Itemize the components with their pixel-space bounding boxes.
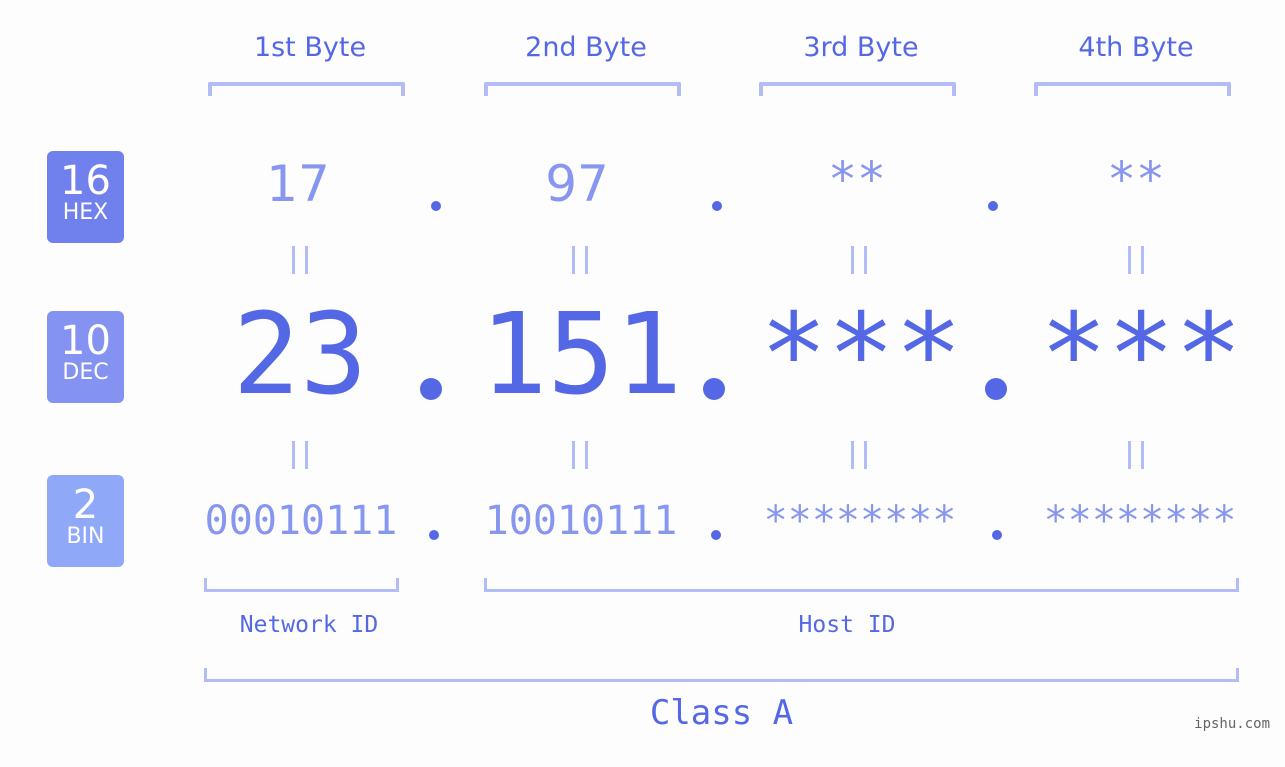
dec-badge: 10 DEC xyxy=(47,311,124,403)
network-id-bracket xyxy=(204,578,399,592)
byte-header-3: 3rd Byte xyxy=(803,32,919,63)
bin-dot-1 xyxy=(429,530,439,540)
hex-byte-1: 17 xyxy=(266,155,330,213)
equals-marker xyxy=(1128,441,1144,469)
bin-byte-4: ******** xyxy=(1043,498,1237,544)
network-id-label: Network ID xyxy=(239,612,379,638)
dec-badge-label: DEC xyxy=(62,360,109,385)
hex-badge-label: HEX xyxy=(62,200,109,225)
hex-badge-base: 16 xyxy=(60,158,111,204)
dec-badge-base: 10 xyxy=(60,318,111,364)
host-id-bracket xyxy=(484,578,1239,592)
bin-dot-3 xyxy=(992,530,1002,540)
bin-badge: 2 BIN xyxy=(47,475,124,567)
hex-badge: 16 HEX xyxy=(47,151,124,243)
dec-byte-4: *** xyxy=(1040,290,1243,420)
bin-badge-label: BIN xyxy=(66,524,105,549)
byte-header-1: 1st Byte xyxy=(253,32,367,63)
dec-dot-2 xyxy=(703,378,725,400)
hex-dot-3 xyxy=(988,201,998,211)
dec-dot-3 xyxy=(985,378,1007,400)
bin-dot-2 xyxy=(711,530,721,540)
hex-byte-3: ** xyxy=(828,152,886,208)
dec-byte-2: 151 xyxy=(480,290,683,420)
dec-dot-1 xyxy=(420,378,442,400)
class-label: Class A xyxy=(649,693,794,733)
host-id-label: Host ID xyxy=(798,612,896,638)
hex-byte-2: 97 xyxy=(545,155,609,213)
equals-marker xyxy=(292,246,308,274)
equals-marker xyxy=(851,441,867,469)
class-bracket xyxy=(204,668,1239,682)
byte-2-bracket xyxy=(484,82,681,96)
equals-marker xyxy=(851,246,867,274)
byte-header-4: 4th Byte xyxy=(1078,32,1194,63)
bin-byte-2: 10010111 xyxy=(484,498,678,544)
dec-byte-3: *** xyxy=(760,290,963,420)
bin-badge-base: 2 xyxy=(72,482,99,528)
watermark: ipshu.com xyxy=(1194,716,1270,732)
bin-byte-1: 00010111 xyxy=(204,498,398,544)
byte-1-bracket xyxy=(208,82,405,96)
dec-byte-1: 23 xyxy=(232,290,368,420)
byte-4-bracket xyxy=(1034,82,1231,96)
equals-marker xyxy=(292,441,308,469)
hex-dot-1 xyxy=(431,201,441,211)
equals-marker xyxy=(572,441,588,469)
byte-3-bracket xyxy=(759,82,956,96)
equals-marker xyxy=(572,246,588,274)
hex-byte-4: ** xyxy=(1107,152,1165,208)
hex-dot-2 xyxy=(712,201,722,211)
bin-byte-3: ******** xyxy=(763,498,957,544)
byte-header-2: 2nd Byte xyxy=(525,32,647,63)
equals-marker xyxy=(1128,246,1144,274)
